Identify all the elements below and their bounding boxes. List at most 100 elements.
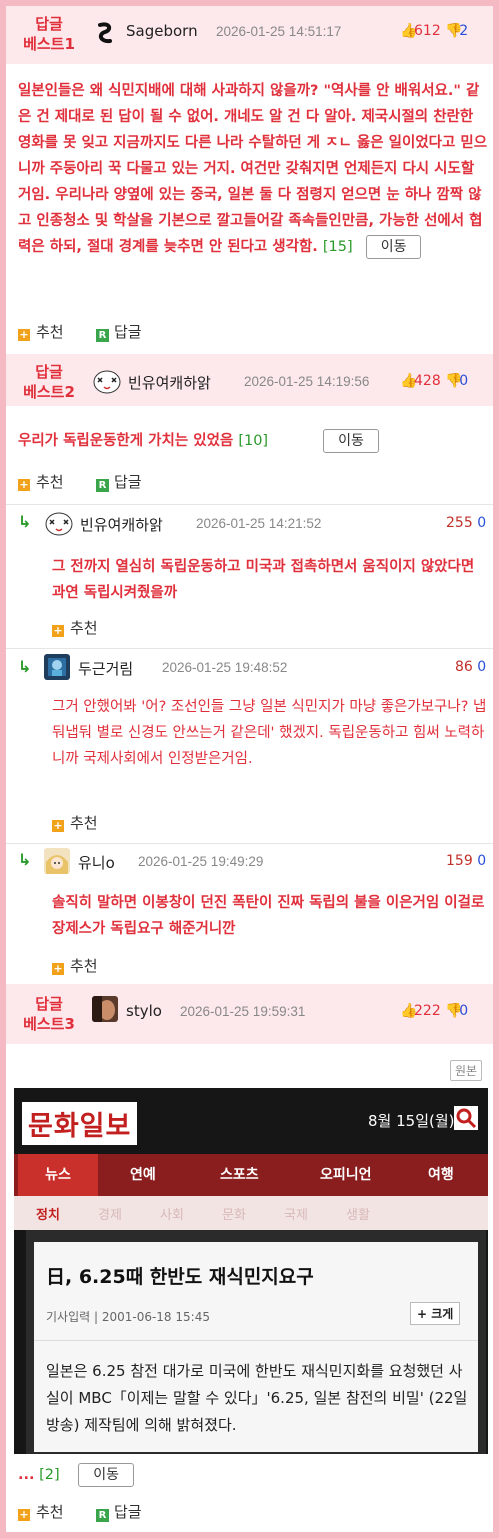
- best3-move-button[interactable]: 이동: [78, 1463, 135, 1487]
- best2-recommend-button[interactable]: + 추천: [18, 471, 64, 492]
- thumb-down-icon[interactable]: 👎: [445, 373, 462, 389]
- reply1-recommend-button[interactable]: + 추천: [52, 617, 98, 638]
- best3-votes: 👍222 👎0: [400, 1003, 468, 1019]
- best1-recommend-label: 추천: [36, 323, 64, 341]
- best3-nickname[interactable]: stylo: [126, 1002, 162, 1020]
- best3-up-count: 222: [414, 1003, 441, 1019]
- best2-body: 우리가 독립운동한게 가치는 있었음 [10] 이동: [18, 428, 488, 454]
- thumb-up-icon[interactable]: 👍: [400, 1003, 417, 1019]
- game-character-avatar-icon: [44, 654, 70, 680]
- photo-avatar-icon: [92, 996, 118, 1022]
- best2-date: 2026-01-25 14:19:56: [244, 374, 370, 389]
- reply3-nickname[interactable]: 유니o: [78, 852, 115, 873]
- reply1-up-count: 255: [446, 515, 473, 531]
- news-card: 日, 6.25때 한반도 재식민지요구 기사입력 | 2001-06-18 15…: [26, 1230, 486, 1454]
- news-nav-item: 뉴스: [18, 1154, 98, 1196]
- reply2-nickname[interactable]: 두근거림: [78, 658, 133, 679]
- best2-nickname[interactable]: 빈유여캐하앍: [128, 372, 211, 393]
- news-nav-item: 오피니언: [320, 1167, 372, 1183]
- best1-reply-label: 답글: [114, 323, 142, 341]
- best3-tag: 답글 베스트3: [23, 995, 75, 1033]
- plus-icon: +: [52, 624, 64, 637]
- news-date: 8월 15일(월): [368, 1112, 455, 1130]
- best1-up-count: 612: [414, 23, 441, 39]
- plus-icon: +: [18, 478, 30, 491]
- thumb-down-icon[interactable]: 👎: [445, 23, 462, 39]
- reply3-votes: 159 0: [446, 853, 486, 869]
- news-card-body: 日, 6.25때 한반도 재식민지요구 기사입력 | 2001-06-18 15…: [34, 1242, 478, 1452]
- news-subnav-item: 문화: [222, 1208, 246, 1223]
- news-nav-item: 스포츠: [220, 1167, 259, 1183]
- reply1-votes: 255 0: [446, 515, 486, 531]
- reply-icon: R: [96, 1509, 109, 1522]
- reply-arrow-icon: ↳: [18, 657, 32, 676]
- anime-face-avatar-icon: [45, 512, 73, 536]
- best1-move-button[interactable]: 이동: [365, 235, 422, 259]
- reply2-body: 그거 안했어봐 '어? 조선인들 그냥 일본 식민지가 마냥 좋은가보구나? 냅…: [52, 699, 487, 767]
- reply-icon: R: [96, 329, 109, 342]
- news-nav-item: 연예: [130, 1167, 156, 1183]
- original-image-button[interactable]: 원본: [450, 1060, 483, 1081]
- news-divider: [34, 1340, 478, 1341]
- best3-down-count: 0: [459, 1003, 469, 1019]
- best3-reply-button[interactable]: R 답글: [96, 1501, 142, 1522]
- reply3-date: 2026-01-25 19:49:29: [138, 854, 264, 869]
- reply1-date: 2026-01-25 14:21:52: [196, 516, 322, 531]
- best2-recommend-label: 추천: [36, 473, 64, 491]
- best2-up-count: 428: [414, 373, 441, 389]
- reply3-down-count: 0: [477, 853, 487, 869]
- news-nav: 뉴스 연예 스포츠 오피니언 여행: [14, 1154, 488, 1196]
- news-body: 일본은 6.25 참전 대가로 미국에 한반도 재식민지화를 요청했던 사실이 …: [46, 1362, 468, 1434]
- best3-date: 2026-01-25 19:59:31: [180, 1004, 306, 1019]
- best3-reply-label: 답글: [114, 1503, 142, 1521]
- best1-body: 일본인들은 왜 식민지배에 대해 사과하지 않을까? "역사를 안 배워서요."…: [18, 78, 488, 260]
- divider: [6, 648, 493, 649]
- reply2-date: 2026-01-25 19:48:52: [162, 660, 288, 675]
- best1-date: 2026-01-25 14:51:17: [216, 24, 342, 39]
- reply3-recommend-label: 추천: [70, 957, 98, 975]
- best2-move-button[interactable]: 이동: [323, 429, 379, 453]
- best1-nickname[interactable]: Sageborn: [126, 22, 198, 40]
- news-nav-item: 여행: [428, 1167, 454, 1183]
- best3-recommend-button[interactable]: + 추천: [18, 1501, 64, 1522]
- best2-down-count: 0: [459, 373, 469, 389]
- best2-votes: 👍428 👎0: [400, 373, 468, 389]
- best1-body-text: 일본인들은 왜 식민지배에 대해 사과하지 않을까? "역사를 안 배워서요."…: [18, 83, 488, 255]
- divider: [6, 843, 493, 844]
- plus-icon: +: [18, 1508, 30, 1521]
- best1-votes: 👍612 👎2: [400, 23, 468, 39]
- sageborn-avatar-icon: [92, 20, 118, 46]
- anime-face-avatar-icon: [92, 368, 122, 394]
- plus-icon: +: [18, 328, 30, 341]
- reply2-recommend-button[interactable]: + 추천: [52, 812, 98, 833]
- best1-recommend-button[interactable]: + 추천: [18, 321, 64, 342]
- news-subnav: 정치 경제 사회 문화 국제 생활: [14, 1196, 488, 1230]
- best1-reply-count: [15]: [322, 239, 353, 255]
- reply3-body: 솔직히 말하면 이봉창이 던진 폭탄이 진짜 독립의 불을 이은거임 이걸로 장…: [52, 895, 485, 937]
- reply1-down-count: 0: [477, 515, 487, 531]
- best1-down-count: 2: [459, 23, 469, 39]
- best1-tag: 답글 베스트1: [23, 15, 75, 53]
- best2-body-text: 우리가 독립운동한게 가치는 있었음: [18, 433, 234, 449]
- news-article-image[interactable]: 문화일보 8월 15일(월) 뉴스 연예 스포츠 오피니언 여행 정치 경제 사…: [14, 1088, 488, 1454]
- plus-icon: +: [52, 819, 64, 832]
- reply1-nickname[interactable]: 빈유여캐하앍: [80, 514, 163, 535]
- best1-reply-button[interactable]: R 답글: [96, 321, 142, 342]
- thumb-up-icon[interactable]: 👍: [400, 23, 417, 39]
- thumb-down-icon[interactable]: 👎: [445, 1003, 462, 1019]
- reply2-recommend-label: 추천: [70, 814, 98, 832]
- reply2-votes: 86 0: [455, 659, 486, 675]
- best3-tail: ... [2] 이동: [18, 1462, 488, 1488]
- news-font-size-button: + 크게: [410, 1302, 461, 1325]
- thumb-up-icon[interactable]: 👍: [400, 373, 417, 389]
- reply3-up-count: 159: [446, 853, 473, 869]
- reply1-body: 그 전까지 열심히 독립운동하고 미국과 접촉하면서 움직이지 않았다면 과연 …: [52, 559, 475, 601]
- reply-icon: R: [96, 479, 109, 492]
- news-subnav-item: 정치: [36, 1208, 60, 1223]
- divider: [6, 504, 493, 505]
- best3-ellipsis: ...: [18, 1467, 35, 1483]
- news-subnav-item: 생활: [346, 1208, 370, 1223]
- news-meta: 기사입력 | 2001-06-18 15:45: [46, 1310, 210, 1324]
- best2-reply-button[interactable]: R 답글: [96, 471, 142, 492]
- reply3-recommend-button[interactable]: + 추천: [52, 955, 98, 976]
